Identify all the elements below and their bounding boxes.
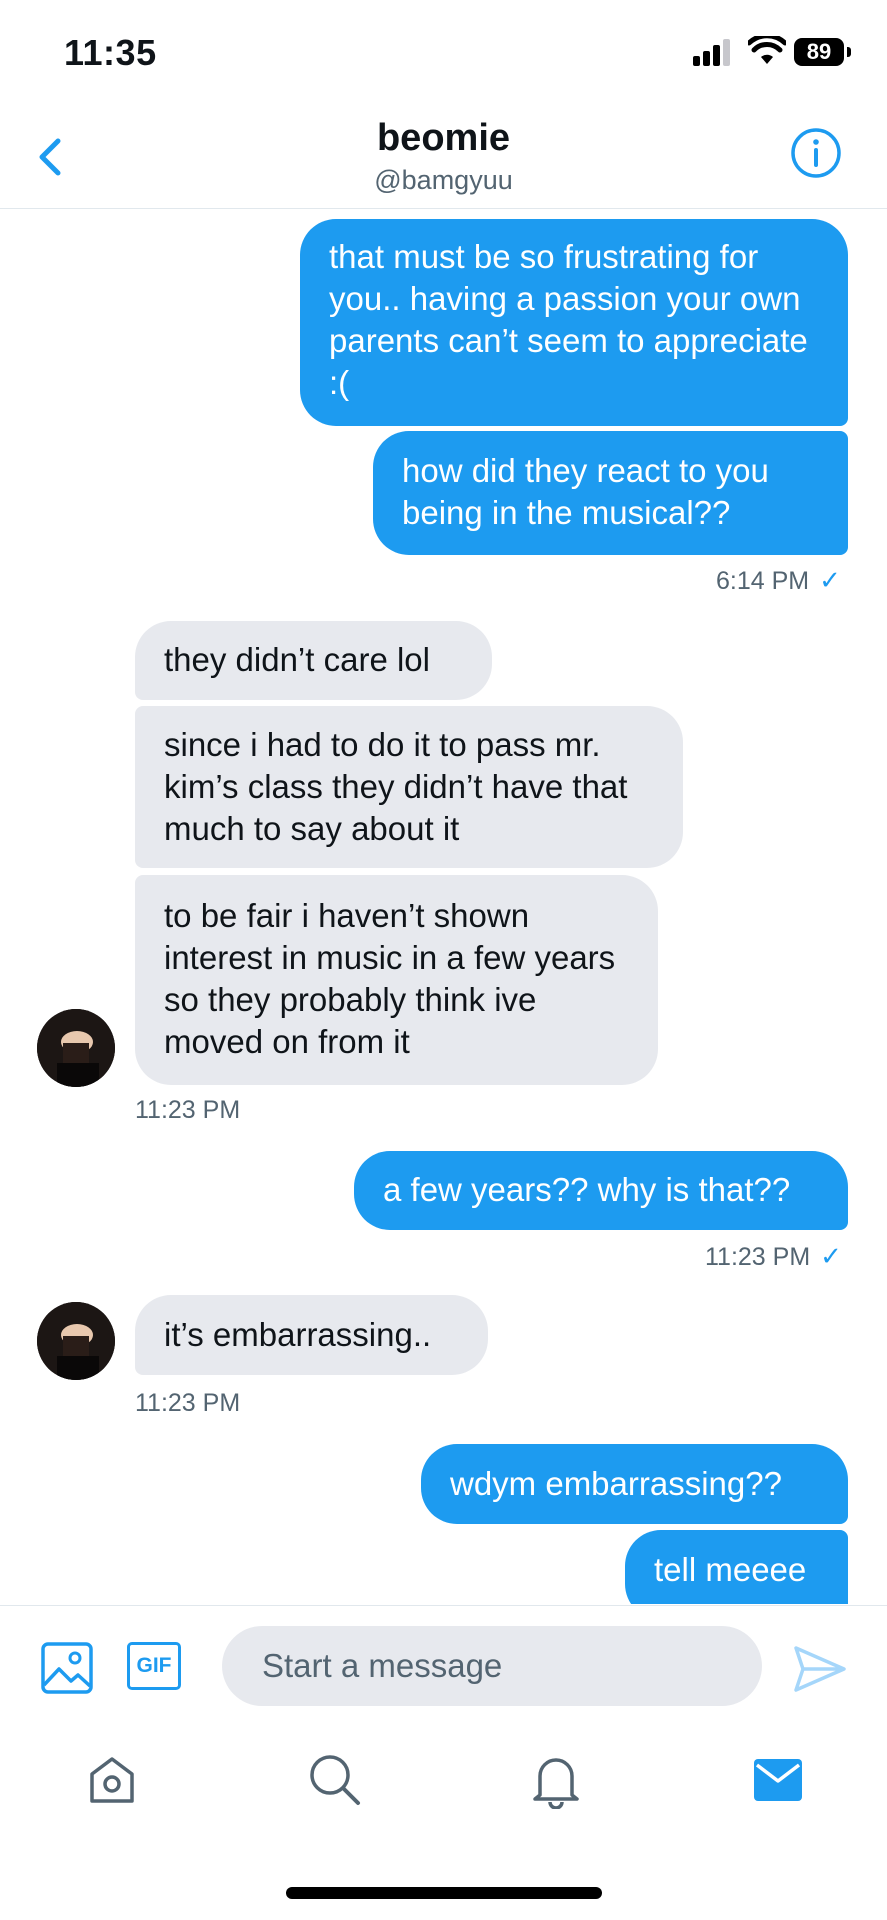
sent-check-icon: ✓ — [819, 565, 841, 595]
outgoing-message[interactable]: tell meeee — [625, 1530, 848, 1604]
conversation-title[interactable]: beomie — [0, 117, 887, 160]
message-text: wdym embarrassing?? — [450, 1465, 782, 1502]
cellular-signal-icon — [693, 38, 735, 66]
status-time: 11:35 — [64, 32, 157, 73]
timestamp-text: 11:23 PM — [705, 1243, 811, 1271]
incoming-message[interactable]: it’s embarrassing.. — [135, 1295, 488, 1375]
message-thread: that must be so frustrating for you.. ha… — [0, 209, 887, 1604]
sent-check-icon: ✓ — [820, 1241, 842, 1271]
timestamp-text: 6:14 PM — [716, 567, 810, 595]
timestamp-text: 11:23 PM — [135, 1096, 241, 1124]
image-icon[interactable] — [40, 1641, 94, 1695]
incoming-message[interactable]: they didn’t care lol — [135, 621, 492, 700]
message-input[interactable] — [222, 1626, 762, 1706]
gif-label: GIF — [136, 1654, 172, 1677]
battery-level: 89 — [794, 38, 844, 66]
message-text: to be fair i haven’t shown interest in m… — [164, 897, 616, 1060]
outgoing-message[interactable]: wdym embarrassing?? — [421, 1444, 848, 1524]
search-icon[interactable] — [307, 1752, 363, 1808]
incoming-message[interactable]: since i had to do it to pass mr. kim’s c… — [135, 706, 683, 868]
message-text: it’s embarrassing.. — [164, 1316, 432, 1353]
message-timestamp: 11:23 PM — [135, 1096, 240, 1125]
status-bar: 11:35 89 — [0, 0, 887, 105]
message-timestamp: 11:23 PM — [135, 1389, 240, 1418]
message-text: they didn’t care lol — [164, 641, 430, 678]
home-indicator[interactable] — [286, 1887, 602, 1899]
message-text: since i had to do it to pass mr. kim’s c… — [164, 726, 628, 847]
message-composer: GIF — [0, 1605, 887, 1736]
gif-button[interactable]: GIF — [127, 1642, 181, 1690]
message-text: how did they react to you being in the m… — [402, 452, 769, 531]
avatar[interactable] — [37, 1009, 115, 1087]
message-text: a few years?? why is that?? — [383, 1171, 791, 1208]
send-icon[interactable] — [793, 1644, 847, 1694]
conversation-handle[interactable]: @bamgyuu — [0, 165, 887, 196]
bell-icon[interactable] — [530, 1751, 582, 1809]
home-icon[interactable] — [86, 1754, 138, 1806]
conversation-header: beomie @bamgyuu — [0, 105, 887, 209]
outgoing-message[interactable]: a few years?? why is that?? — [354, 1151, 848, 1230]
outgoing-message[interactable]: that must be so frustrating for you.. ha… — [300, 219, 848, 426]
mail-icon[interactable] — [752, 1757, 804, 1803]
timestamp-text: 11:23 PM — [135, 1389, 241, 1417]
avatar[interactable] — [37, 1302, 115, 1380]
message-timestamp: 11:23 PM ✓ — [705, 1241, 842, 1272]
message-text: tell meeee — [654, 1551, 807, 1588]
message-text: that must be so frustrating for you.. ha… — [329, 238, 808, 401]
battery-cap — [847, 47, 851, 57]
info-icon[interactable] — [790, 127, 842, 179]
wifi-icon — [748, 36, 786, 64]
avatar-photo — [37, 1302, 115, 1380]
incoming-message[interactable]: to be fair i haven’t shown interest in m… — [135, 875, 658, 1085]
outgoing-message[interactable]: how did they react to you being in the m… — [373, 431, 848, 555]
avatar-photo — [37, 1009, 115, 1087]
message-timestamp: 6:14 PM ✓ — [716, 565, 841, 596]
